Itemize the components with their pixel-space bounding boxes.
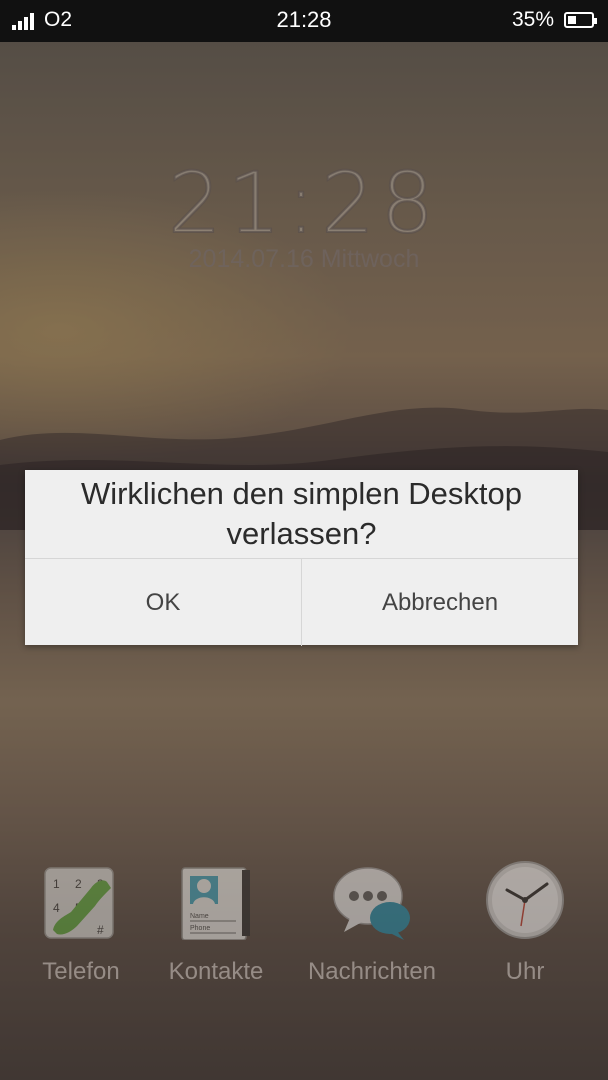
phone-key: 4 [53,901,60,915]
clock-icon [485,860,565,940]
dock-app-label: Nachrichten [307,958,437,985]
dock-app-label: Telefon [42,958,120,985]
lockscreen-time: 21:28 [167,153,441,253]
app-dock: 1 2 3 4 5 # Telefon Name Phone [0,860,608,1000]
exit-dialog: Wirklichen den simplen Desktop verlassen… [25,470,578,646]
contact-card-line: Name [190,913,209,920]
status-bar: O2 21:28 35% [0,0,608,42]
dock-app-label: Uhr [505,958,545,985]
battery-level [568,16,576,24]
phone-key: 2 [75,877,82,891]
contact-card-line: Phone [190,925,210,932]
phone-icon: 1 2 3 4 5 # [41,860,121,940]
dock-app-nachrichten[interactable]: Nachrichten [297,860,447,986]
cancel-button[interactable]: Abbrechen [301,559,578,646]
contacts-icon: Name Phone [176,860,256,941]
phone-key: 1 [53,877,60,891]
dialog-message: Wirklichen den simplen Desktop verlassen… [25,470,578,558]
dialog-message-text: Wirklichen den simplen Desktop verlassen… [80,476,523,551]
dialog-buttons: OK Abbrechen [25,558,578,646]
dock-app-label: Kontakte [168,958,264,985]
phone-key: # [97,923,104,937]
dock-app-uhr[interactable]: Uhr [450,860,600,986]
dock-app-telefon[interactable]: 1 2 3 4 5 # Telefon [6,860,156,986]
messages-icon [332,860,412,940]
ok-button[interactable]: OK [25,559,301,646]
battery-icon [564,12,597,28]
dock-app-kontakte[interactable]: Name Phone Kontakte [141,860,291,986]
lockscreen-date: 2014.07.16 Mittwoch [188,245,420,273]
battery-percent: 35% [511,8,554,31]
